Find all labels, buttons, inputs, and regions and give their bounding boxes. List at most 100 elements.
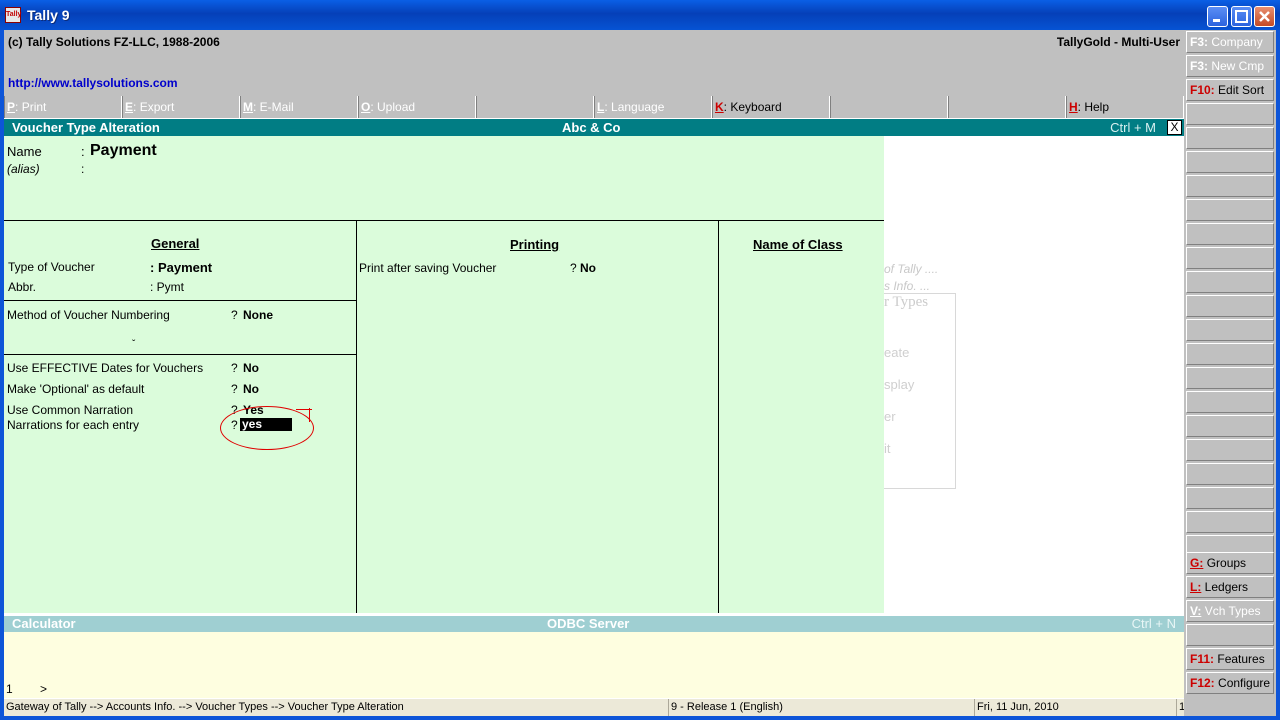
status-path: Gateway of Tally --> Accounts Info. --> … [6,701,404,713]
effective-dates-value[interactable]: No [243,361,259,375]
copyright-text: (c) Tally Solutions FZ-LLC, 1988-2006 [8,35,220,49]
optional-default-value[interactable]: No [243,382,259,396]
keyboard-label: Keyboard [730,100,782,114]
abbr-value[interactable]: : Pymt [150,280,184,294]
empty-panel-button-20[interactable] [1186,624,1274,646]
groups-button[interactable]: G: Groups [1186,552,1274,574]
type-of-voucher-value[interactable]: : Payment [150,260,212,275]
name-label: Name [7,144,42,159]
empty-button-5[interactable] [476,96,594,118]
annotation-mark-top [296,409,312,410]
empty-panel-button-14[interactable] [1186,415,1274,437]
groups-label: Groups [1206,556,1247,570]
minimize-icon[interactable] [1207,6,1228,27]
calculator-area[interactable]: 1 > [4,632,1184,698]
export-button[interactable]: E: Export [122,96,240,118]
vch-types-key: V: [1190,604,1202,618]
name-of-class-heading: Name of Class [753,237,843,252]
empty-panel-button-11[interactable] [1186,343,1274,365]
numbering-value[interactable]: None [243,308,273,322]
empty-panel-button-4[interactable] [1186,175,1274,197]
calculator-bar: Calculator ODBC Server Ctrl + N [4,616,1184,632]
empty-panel-button-7[interactable] [1186,247,1274,269]
calculator-line-number: 1 [6,682,13,696]
annotation-circle [220,406,314,450]
empty-button-8[interactable] [830,96,948,118]
maximize-icon[interactable] [1231,6,1252,27]
email-button[interactable]: M: E-Mail [240,96,358,118]
empty-panel-button-2[interactable] [1186,127,1274,149]
screen-title-bar: Voucher Type Alteration Abc & Co Ctrl + … [4,119,1184,136]
language-colon: : [604,100,612,114]
printing-heading: Printing [510,237,560,252]
name-field[interactable]: Payment [90,142,157,160]
upload-button[interactable]: O: Upload [358,96,476,118]
help-button[interactable]: H: Help [1066,96,1184,118]
f3-new-cmp-key: F3: [1190,59,1208,73]
title-bar[interactable]: Tally Tally 9 [0,0,1280,30]
f12-configure-key: F12: [1190,676,1215,690]
empty-panel-button-5[interactable] [1186,199,1274,221]
f12-configure-button[interactable]: F12: Configure [1186,672,1274,694]
alias-label: (alias) [7,162,40,176]
empty-panel-button-6[interactable] [1186,223,1274,245]
calculator-shortcut: Ctrl + N [1131,616,1176,631]
empty-panel-button-18[interactable] [1186,511,1274,533]
abbr-label: Abbr. [8,280,37,294]
empty-panel-button-3[interactable] [1186,151,1274,173]
ledgers-button[interactable]: L: Ledgers [1186,576,1274,598]
annotation-mark [309,408,310,422]
tally-app-icon: Tally [5,7,21,23]
empty-panel-button-10[interactable] [1186,319,1274,341]
empty-panel-button-1[interactable] [1186,103,1274,125]
email-colon: : [253,100,260,114]
company-name: Abc & Co [562,120,621,135]
f10-edit-sort-button[interactable]: F10: Edit Sort [1186,79,1274,101]
empty-panel-button-9[interactable] [1186,295,1274,317]
close-icon[interactable] [1254,6,1275,27]
screen-shortcut: Ctrl + M [1110,120,1156,135]
narration-each-entry-label: Narrations for each entry [7,418,140,432]
f3-company-button[interactable]: F3: Company [1186,31,1274,53]
email-label: E-Mail [259,100,294,114]
f11-features-key: F11: [1190,652,1215,666]
common-narration-label: Use Common Narration [7,403,134,417]
print-colon: : [15,100,22,114]
empty-panel-button-8[interactable] [1186,271,1274,293]
export-colon: : [133,100,140,114]
empty-panel-button-12[interactable] [1186,367,1274,389]
empty-button-9[interactable] [948,96,1066,118]
effective-dates-label: Use EFFECTIVE Dates for Vouchers [7,361,204,375]
keyboard-button[interactable]: K: Keyboard [712,96,830,118]
screen-close-icon[interactable]: X [1167,120,1182,135]
upload-label: Upload [377,100,416,114]
empty-panel-button-16[interactable] [1186,463,1274,485]
f3-company-label: Company [1211,35,1263,49]
f11-features-button[interactable]: F11: Features [1186,648,1274,670]
optional-default-q: ? [231,382,238,396]
optional-default-label: Make 'Optional' as default [7,382,145,396]
f3-new-cmp-label: New Cmp [1211,59,1265,73]
print-button[interactable]: P: Print [4,96,122,118]
ledgers-key: L: [1190,580,1202,594]
button-bar: P: Print E: Export M: E-Mail O: Upload L… [4,96,1184,118]
screen-title: Voucher Type Alteration [12,120,160,135]
alias-colon: : [81,162,85,176]
divider-top [4,220,884,221]
vch-types-button[interactable]: V: Vch Types [1186,600,1274,622]
groups-key: G: [1190,556,1204,570]
divider-general [356,220,357,613]
window-title: Tally 9 [27,7,70,23]
website-link[interactable]: http://www.tallysolutions.com [8,76,178,90]
f3-new-cmp-button[interactable]: F3: New Cmp [1186,55,1274,77]
empty-panel-button-13[interactable] [1186,391,1274,413]
empty-panel-button-17[interactable] [1186,487,1274,509]
header-info: (c) Tally Solutions FZ-LLC, 1988-2006 Ta… [4,30,1184,96]
print-after-saving-value[interactable]: No [580,261,596,275]
f10-edit-sort-label: Edit Sort [1218,83,1265,97]
language-button[interactable]: L: Language [594,96,712,118]
numbering-label: Method of Voucher Numbering [7,308,170,322]
print-key: P [7,100,16,114]
empty-panel-button-15[interactable] [1186,439,1274,461]
status-bar: Gateway of Tally --> Accounts Info. --> … [4,699,1222,716]
